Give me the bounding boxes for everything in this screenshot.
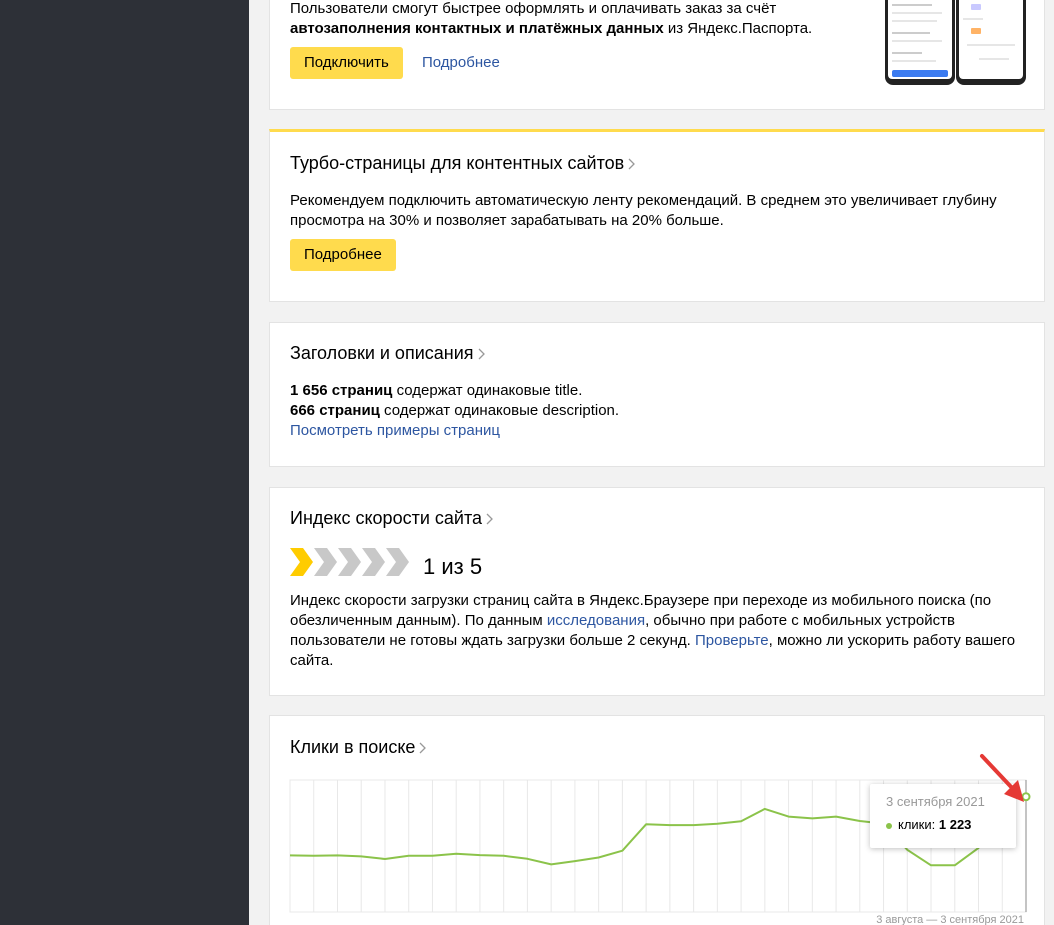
turbo-card-text: Рекомендуем подключить автоматическую ле… <box>290 192 997 229</box>
speed-chevron-empty <box>338 548 361 576</box>
titles-card: Заголовки и описания 1 656 страниц содер… <box>269 322 1045 467</box>
tooltip-date: 3 сентября 2021 <box>886 794 985 809</box>
tooltip-value: 1 223 <box>938 817 972 832</box>
speed-chevron-empty <box>362 548 385 576</box>
phone-preview-right <box>956 0 1026 85</box>
speed-chevron-empty <box>386 548 409 576</box>
speed-chevron-empty <box>314 548 337 576</box>
turbo-card-title[interactable]: Турбо-страницы для контентных сайтов <box>290 152 636 174</box>
chevron-right-icon <box>628 158 636 170</box>
connect-button[interactable]: Подключить <box>290 47 403 79</box>
chevron-right-icon <box>486 513 493 525</box>
speed-card-text: Индекс скорости загрузки страниц сайта в… <box>290 592 1016 669</box>
chart-date-range: 3 августа — 3 сентября 2021 <box>876 914 1024 925</box>
tooltip-row: клики: 1 223 <box>886 817 971 832</box>
autofill-card: Пользователи смогут быстрее оформлять и … <box>269 0 1045 110</box>
speed-card: Индекс скорости сайта 1 из 5 Индекс скор… <box>269 487 1045 696</box>
page-examples-link[interactable]: Посмотреть примеры страниц <box>290 422 500 439</box>
turbo-more-button[interactable]: Подробнее <box>290 239 396 271</box>
autofill-more-link[interactable]: Подробнее <box>422 53 500 73</box>
annotation-arrow-icon <box>980 754 1024 802</box>
chevron-right-icon <box>478 348 485 360</box>
speed-chevron-filled <box>290 548 313 576</box>
chevron-right-icon <box>419 742 427 754</box>
speed-card-title[interactable]: Индекс скорости сайта <box>290 507 493 529</box>
autofill-bold-text: автозаполнения контактных и платёжных да… <box>290 20 664 37</box>
titles-card-title[interactable]: Заголовки и описания <box>290 342 485 364</box>
turbo-card: Турбо-страницы для контентных сайтов Рек… <box>269 129 1045 302</box>
main-content: Пользователи смогут быстрее оформлять и … <box>249 0 1054 925</box>
clicks-card: Клики в поиске 3 сентября 2021 клики: 1 … <box>269 715 1045 925</box>
research-link[interactable]: исследования <box>547 612 645 629</box>
sidebar <box>0 0 249 925</box>
series-marker <box>886 822 892 829</box>
clicks-card-title[interactable]: Клики в поиске <box>290 736 427 758</box>
titles-card-text: 1 656 страниц содержат одинаковые title.… <box>290 382 620 439</box>
speed-index-indicator <box>290 548 409 576</box>
check-link[interactable]: Проверьте <box>695 632 769 649</box>
autofill-text: Пользователи смогут быстрее оформлять и … <box>290 0 813 37</box>
speed-index-value: 1 из 5 <box>423 554 483 579</box>
phone-preview-left <box>885 0 955 85</box>
